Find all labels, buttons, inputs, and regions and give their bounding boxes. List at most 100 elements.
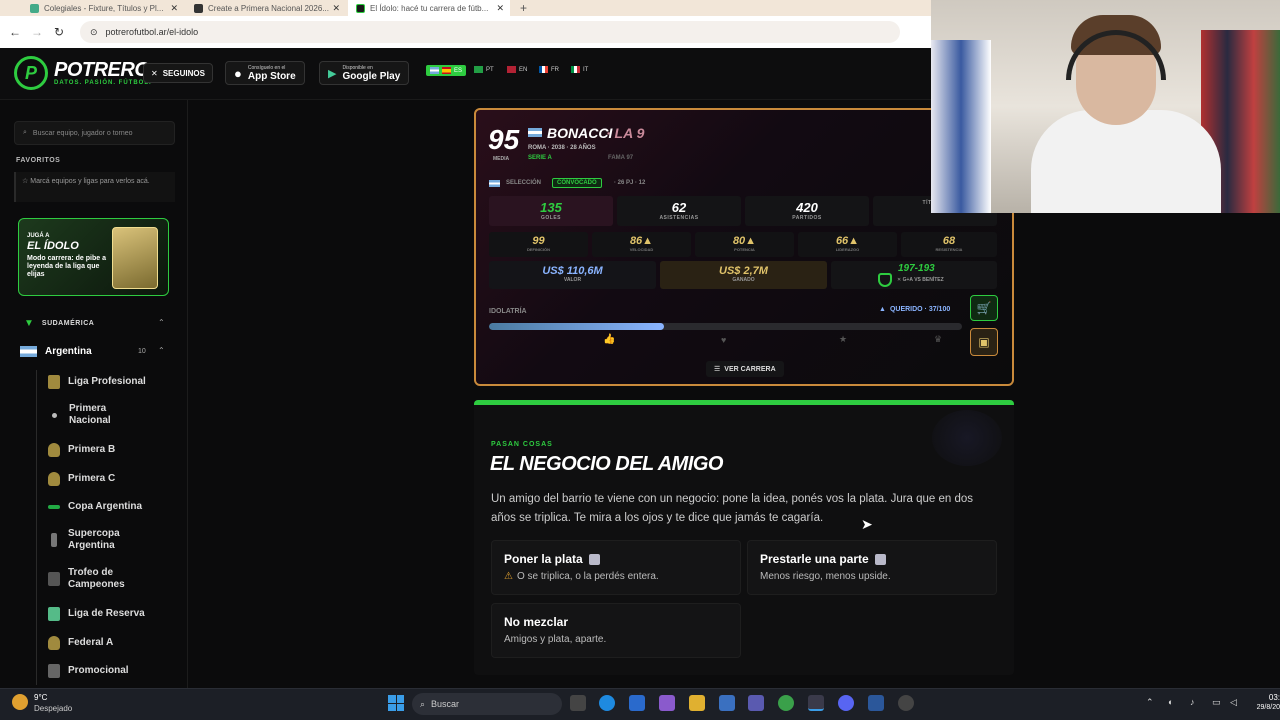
lang-fr-button[interactable]: FR — [539, 66, 559, 73]
league-icon — [48, 472, 60, 486]
event-title: EL NEGOCIO DEL AMIGO — [490, 453, 724, 475]
close-tab-icon[interactable]: ✕ — [170, 3, 178, 14]
idolatry-progress-fill — [489, 323, 664, 330]
wifi-icon[interactable]: ▭ — [1212, 697, 1221, 708]
lang-it-button[interactable]: IT — [571, 66, 588, 73]
stat-assists: 62 ASISTENCIAS — [617, 196, 741, 226]
task-view-icon[interactable] — [570, 695, 586, 711]
attr-potencia: 80▲ POTENCIA — [695, 232, 794, 257]
league-supercopa-argentina[interactable]: Supercopa Argentina — [48, 528, 128, 552]
logo-text: POTRERO — [54, 59, 150, 81]
microphone-icon[interactable]: ♪ — [1190, 697, 1195, 707]
copilot-icon[interactable] — [659, 695, 675, 711]
choice-poner-la-plata[interactable]: Poner la plata ⚠ O se triplica, o la perdé… — [491, 540, 741, 595]
stat-value: 62 — [671, 200, 687, 215]
clock-time[interactable]: 03: — [1252, 693, 1280, 702]
league-liga-profesional[interactable]: Liga Profesional — [48, 375, 146, 389]
follow-button[interactable]: ✕ SEGUINOS — [143, 63, 213, 83]
windows-start-icon[interactable] — [388, 695, 404, 711]
rivalry-detail: ✕ G+A VS BENÍTEZ — [897, 277, 944, 283]
league-copa-argentina[interactable]: Copa Argentina — [48, 501, 142, 513]
league-icon — [48, 636, 60, 650]
league-icon — [48, 505, 60, 509]
league-federal-a[interactable]: Federal A — [48, 636, 113, 650]
collapse-region-icon[interactable]: ⌃ — [158, 318, 165, 327]
league-primera-b[interactable]: Primera B — [48, 443, 115, 457]
teams-icon[interactable] — [748, 695, 764, 711]
league-promocional[interactable]: Promocional — [48, 664, 129, 678]
clock-date[interactable]: 29/8/20 — [1248, 704, 1280, 711]
streaming-app-icon[interactable] — [808, 695, 824, 711]
weather-icon[interactable] — [12, 694, 28, 710]
search-input[interactable]: ⌕ Buscar equipo, jugador o torneo — [14, 121, 175, 145]
league-label: Primera Nacional — [69, 403, 111, 426]
browser-tab[interactable]: Create a Primera Nacional 2026... ✕ — [186, 0, 346, 16]
league-label: Trofeo de Campeones — [68, 567, 125, 590]
earned-label: GANADO — [732, 277, 755, 283]
league-primera-nacional[interactable]: Primera Nacional — [48, 403, 129, 427]
chrome-icon[interactable] — [778, 695, 794, 711]
bag-icon: ▣ — [978, 335, 990, 349]
url-field[interactable]: ⊙ potrerofutbol.ar/el-idolo — [80, 21, 900, 43]
bag-button[interactable]: ▣ — [970, 328, 998, 356]
address-bar-row: ← → ↻ ⊙ potrerofutbol.ar/el-idolo — [0, 16, 931, 48]
league-liga-de-reserva[interactable]: Liga de Reserva — [48, 607, 145, 621]
league-trofeo-de-campeones[interactable]: Trofeo de Campeones — [48, 567, 134, 591]
search-icon: ⌕ — [23, 129, 27, 136]
idolatry-status-text: QUERIDO · 37/100 — [889, 306, 951, 313]
volume-icon[interactable]: ◁ — [1230, 697, 1237, 708]
player-card-image — [112, 227, 158, 289]
favorites-hint: ☆ Marcá equipos y ligas para verlos acá. — [14, 172, 175, 202]
choice-desc: Menos riesgo, menos upside. — [760, 571, 891, 582]
play-icon: ▶ — [328, 67, 337, 80]
country-argentina[interactable]: Argentina — [20, 346, 92, 357]
event-kicker: PASAN COSAS — [491, 441, 553, 448]
shop-cart-button[interactable]: 🛒 — [970, 295, 998, 321]
lang-pt-button[interactable]: PT — [474, 66, 494, 73]
app-icon[interactable] — [898, 695, 914, 711]
event-text: Un amigo del barrio te viene con un nego… — [491, 493, 974, 524]
region-header[interactable]: ▼ SUDAMÉRICA — [24, 318, 94, 329]
view-career-button[interactable]: ☰ VER CARRERA — [706, 361, 784, 377]
file-explorer-icon[interactable] — [689, 695, 705, 711]
lang-en-button[interactable]: EN — [507, 66, 527, 73]
league-icon — [48, 443, 60, 457]
new-tab-button[interactable]: + — [512, 0, 532, 16]
google-play-button[interactable]: ▶ Disponible en Google Play — [319, 61, 410, 85]
close-tab-icon[interactable]: ✕ — [496, 3, 504, 14]
favicon-icon — [30, 3, 39, 13]
network-icon[interactable]: ◐ — [1168, 697, 1173, 707]
store-icon[interactable] — [719, 695, 735, 711]
forward-icon[interactable]: → — [26, 25, 48, 39]
mail-icon[interactable] — [629, 695, 645, 711]
rating-label: MEDIA — [493, 156, 510, 162]
reload-icon[interactable]: ↻ — [48, 25, 70, 39]
appstore-big: App Store — [247, 70, 296, 82]
edge-icon[interactable] — [599, 695, 615, 711]
site-logo[interactable]: P POTRERO DATOS. PASIÓN. FÚTBOL. — [14, 56, 152, 90]
lang-es-button[interactable]: ES — [426, 65, 467, 76]
taskbar-search[interactable]: ⌕ Buscar — [412, 693, 562, 715]
stat-goals: 135 GOLES — [489, 196, 613, 226]
el-idolo-promo-card[interactable]: JUGÁ A EL ÍDOLO Modo carrera: de pibe a … — [18, 218, 169, 296]
promo-kicker: JUGÁ A — [27, 233, 50, 239]
choice-no-mezclar[interactable]: No mezclar Amigos y plata, aparte. — [491, 603, 741, 658]
browser-tab-active[interactable]: El Ídolo: hacé tu carrera de fútb... ✕ — [348, 0, 510, 16]
browser-tab[interactable]: Colegiales - Fixture, Títulos y Pl... ✕ — [22, 0, 184, 16]
site-info-icon[interactable]: ⊙ — [90, 27, 98, 38]
league-primera-c[interactable]: Primera C — [48, 472, 115, 486]
league-label: Promocional — [68, 665, 129, 676]
word-icon[interactable] — [868, 695, 884, 711]
discord-icon[interactable] — [838, 695, 854, 711]
tray-chevron-icon[interactable]: ⌃ — [1146, 697, 1154, 708]
choice-title: No mezclar — [504, 615, 569, 629]
dice-icon — [874, 553, 886, 565]
choice-prestarle-una-parte[interactable]: Prestarle una parte Menos riesgo, menos u… — [747, 540, 997, 595]
browser-tab-bar: Colegiales - Fixture, Títulos y Pl... ✕ C… — [0, 0, 931, 16]
back-icon[interactable]: ← — [4, 25, 26, 39]
stat-label: PARTIDOS — [792, 215, 822, 221]
collapse-country-icon[interactable]: ⌃ — [158, 346, 165, 355]
app-store-button[interactable]: ● Consíguelo en el App Store — [225, 61, 305, 85]
country-label: Argentina — [45, 346, 92, 357]
close-tab-icon[interactable]: ✕ — [332, 3, 340, 14]
